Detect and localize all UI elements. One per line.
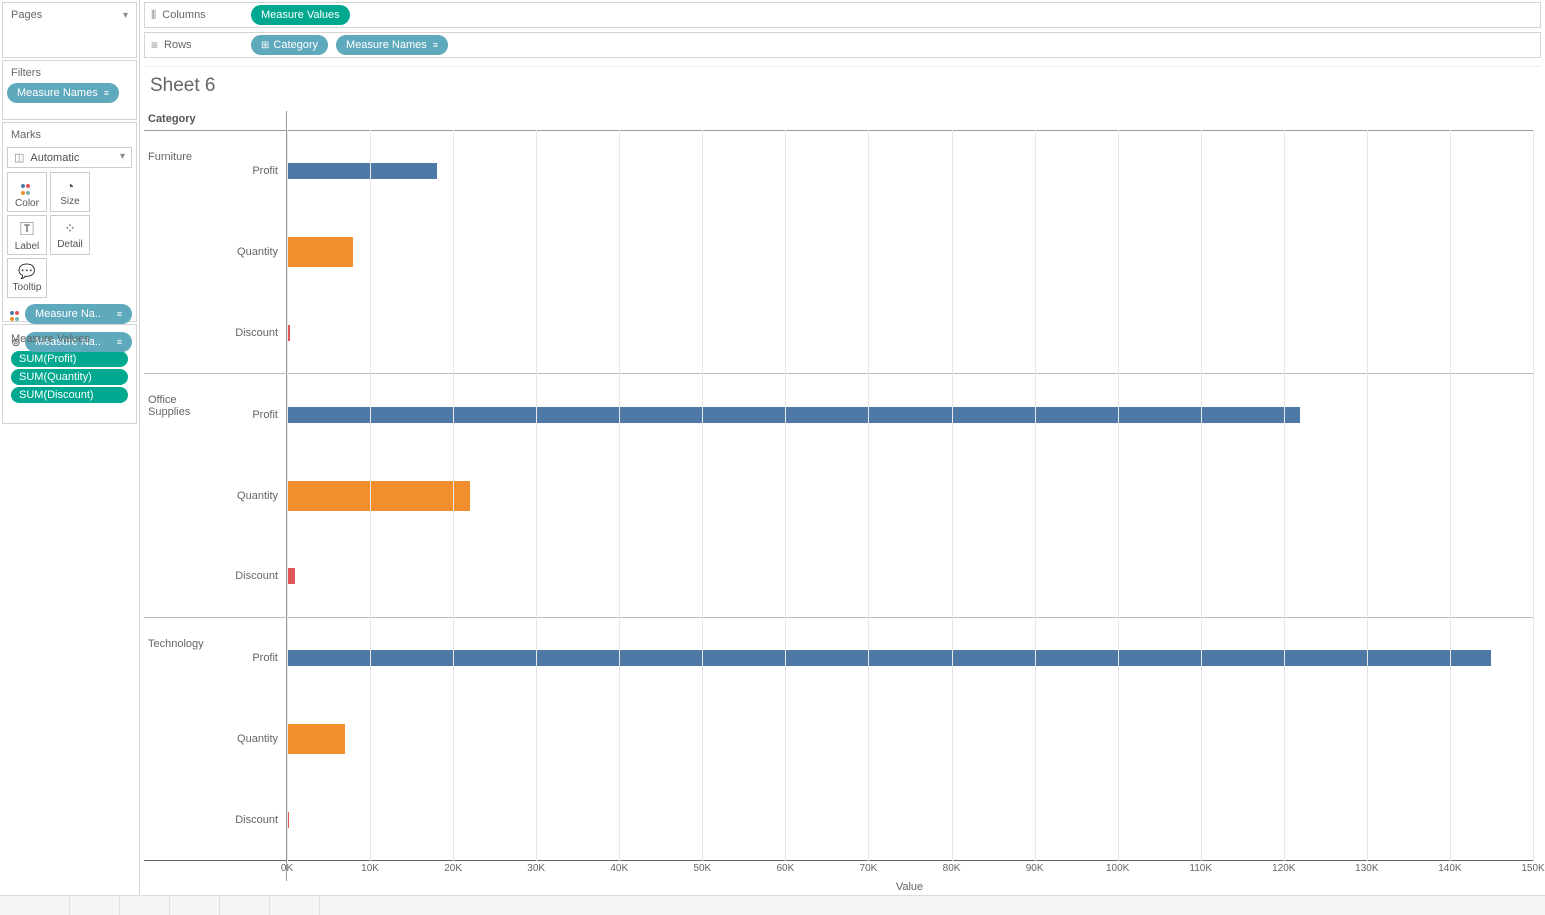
chevron-down-icon: ▾ [120, 151, 125, 164]
x-tick-label: 40K [610, 863, 628, 874]
category-label[interactable]: Technology [144, 618, 220, 860]
detail-icon: ⁘ [64, 220, 76, 237]
measure-label[interactable]: Discount [220, 779, 286, 860]
marks-color-button[interactable]: Color [7, 172, 47, 212]
marks-label-button[interactable]: 🅃 Label [7, 215, 47, 255]
sheet-title[interactable]: Sheet 6 [144, 67, 1541, 103]
x-tick-label: 10K [361, 863, 379, 874]
marks-size-button[interactable]: ◔ Size [50, 172, 90, 212]
marks-card: Marks ◫Automatic ▾ Color ◔ Size 🅃 Label … [2, 122, 137, 322]
columns-shelf[interactable]: ⦀Columns Measure Values [144, 2, 1541, 28]
sort-icon: ≡ [433, 40, 438, 50]
expand-icon: ⊞ [261, 40, 269, 51]
marks-detail-button[interactable]: ⁘ Detail [50, 215, 90, 255]
measure-label[interactable]: Profit [220, 131, 286, 212]
tooltip-icon: 💬 [18, 263, 35, 280]
category-header[interactable]: Category [144, 111, 220, 130]
chart-body: FurnitureProfitQuantityDiscountOffice Su… [144, 131, 1533, 861]
color-icon [7, 306, 25, 323]
x-tick-label: 30K [527, 863, 545, 874]
x-tick-label: 0K [281, 863, 293, 874]
size-icon: ◔ [66, 178, 74, 194]
x-tick-label: 70K [860, 863, 878, 874]
side-panel: Pages ▾ Filters Measure Names ≡ Marks ◫A… [0, 0, 140, 915]
mv-pill-discount[interactable]: SUM(Discount) [11, 387, 128, 403]
x-tick-label: 100K [1106, 863, 1129, 874]
x-axis: 0K 10K 20K 30K 40K 50K 60K 70K 80K 90K 100K 110K 120… [144, 861, 1533, 881]
x-tick-label: 20K [444, 863, 462, 874]
sort-icon: ≡ [117, 309, 122, 319]
measure-label[interactable]: Quantity [220, 698, 286, 779]
category-label[interactable]: Office Supplies [144, 374, 220, 616]
mv-pill-quantity[interactable]: SUM(Quantity) [11, 369, 128, 385]
x-tick-label: 50K [693, 863, 711, 874]
filters-shelf[interactable]: Filters Measure Names ≡ [2, 60, 137, 120]
rows-pill-measure-names[interactable]: Measure Names ≡ [336, 35, 448, 55]
filters-title: Filters [11, 67, 41, 79]
rows-pill-category[interactable]: ⊞ Category [251, 35, 328, 55]
marks-tooltip-button[interactable]: 💬 Tooltip [7, 258, 47, 298]
columns-pill-measure-values[interactable]: Measure Values [251, 5, 350, 25]
viz: Sheet 6 Category FurnitureProfitQuantity… [144, 66, 1541, 911]
worksheet-area: ⦀Columns Measure Values ≡Rows ⊞ Category… [140, 0, 1545, 915]
color-icon [21, 175, 33, 196]
measure-label[interactable]: Quantity [220, 212, 286, 293]
status-bar [0, 895, 1545, 915]
filter-pill-measure-names[interactable]: Measure Names ≡ [7, 83, 119, 103]
measure-label[interactable]: Quantity [220, 455, 286, 536]
pages-shelf[interactable]: Pages ▾ [2, 2, 137, 58]
x-tick-label: 90K [1026, 863, 1044, 874]
x-tick-label: 110K [1189, 863, 1212, 874]
measure-label[interactable]: Discount [220, 293, 286, 374]
marks-pill-color-measure-names[interactable]: Measure Na.. ≡ [25, 304, 132, 324]
marks-type-dropdown[interactable]: ◫Automatic ▾ [7, 147, 132, 168]
x-tick-label: 140K [1438, 863, 1461, 874]
chevron-down-icon[interactable]: ▾ [123, 10, 128, 21]
chart-header: Category [144, 111, 1533, 131]
pages-title: Pages [11, 9, 42, 21]
category-block: TechnologyProfitQuantityDiscount [144, 618, 1533, 861]
columns-icon: ⦀ [151, 8, 156, 23]
label-icon: 🅃 [20, 219, 34, 239]
x-tick-label: 80K [943, 863, 961, 874]
measure-label[interactable]: Discount [220, 536, 286, 617]
category-block: FurnitureProfitQuantityDiscount [144, 131, 1533, 374]
category-label[interactable]: Furniture [144, 131, 220, 373]
sort-icon: ≡ [117, 337, 122, 347]
sort-icon: ≡ [104, 88, 109, 98]
rows-shelf[interactable]: ≡Rows ⊞ Category Measure Names ≡ [144, 32, 1541, 58]
category-block: Office SuppliesProfitQuantityDiscount [144, 374, 1533, 617]
marks-title: Marks [11, 129, 41, 141]
x-tick-label: 120K [1272, 863, 1295, 874]
rows-icon: ≡ [151, 38, 158, 52]
chart: Category FurnitureProfitQuantityDiscount… [144, 111, 1533, 899]
mv-pill-profit[interactable]: SUM(Profit) [11, 351, 128, 367]
x-tick-label: 150K [1521, 863, 1544, 874]
measure-label[interactable]: Profit [220, 618, 286, 699]
bar-icon: ◫ [14, 152, 24, 164]
x-tick-label: 60K [776, 863, 794, 874]
measure-label[interactable]: Profit [220, 374, 286, 455]
x-tick-label: 130K [1355, 863, 1378, 874]
